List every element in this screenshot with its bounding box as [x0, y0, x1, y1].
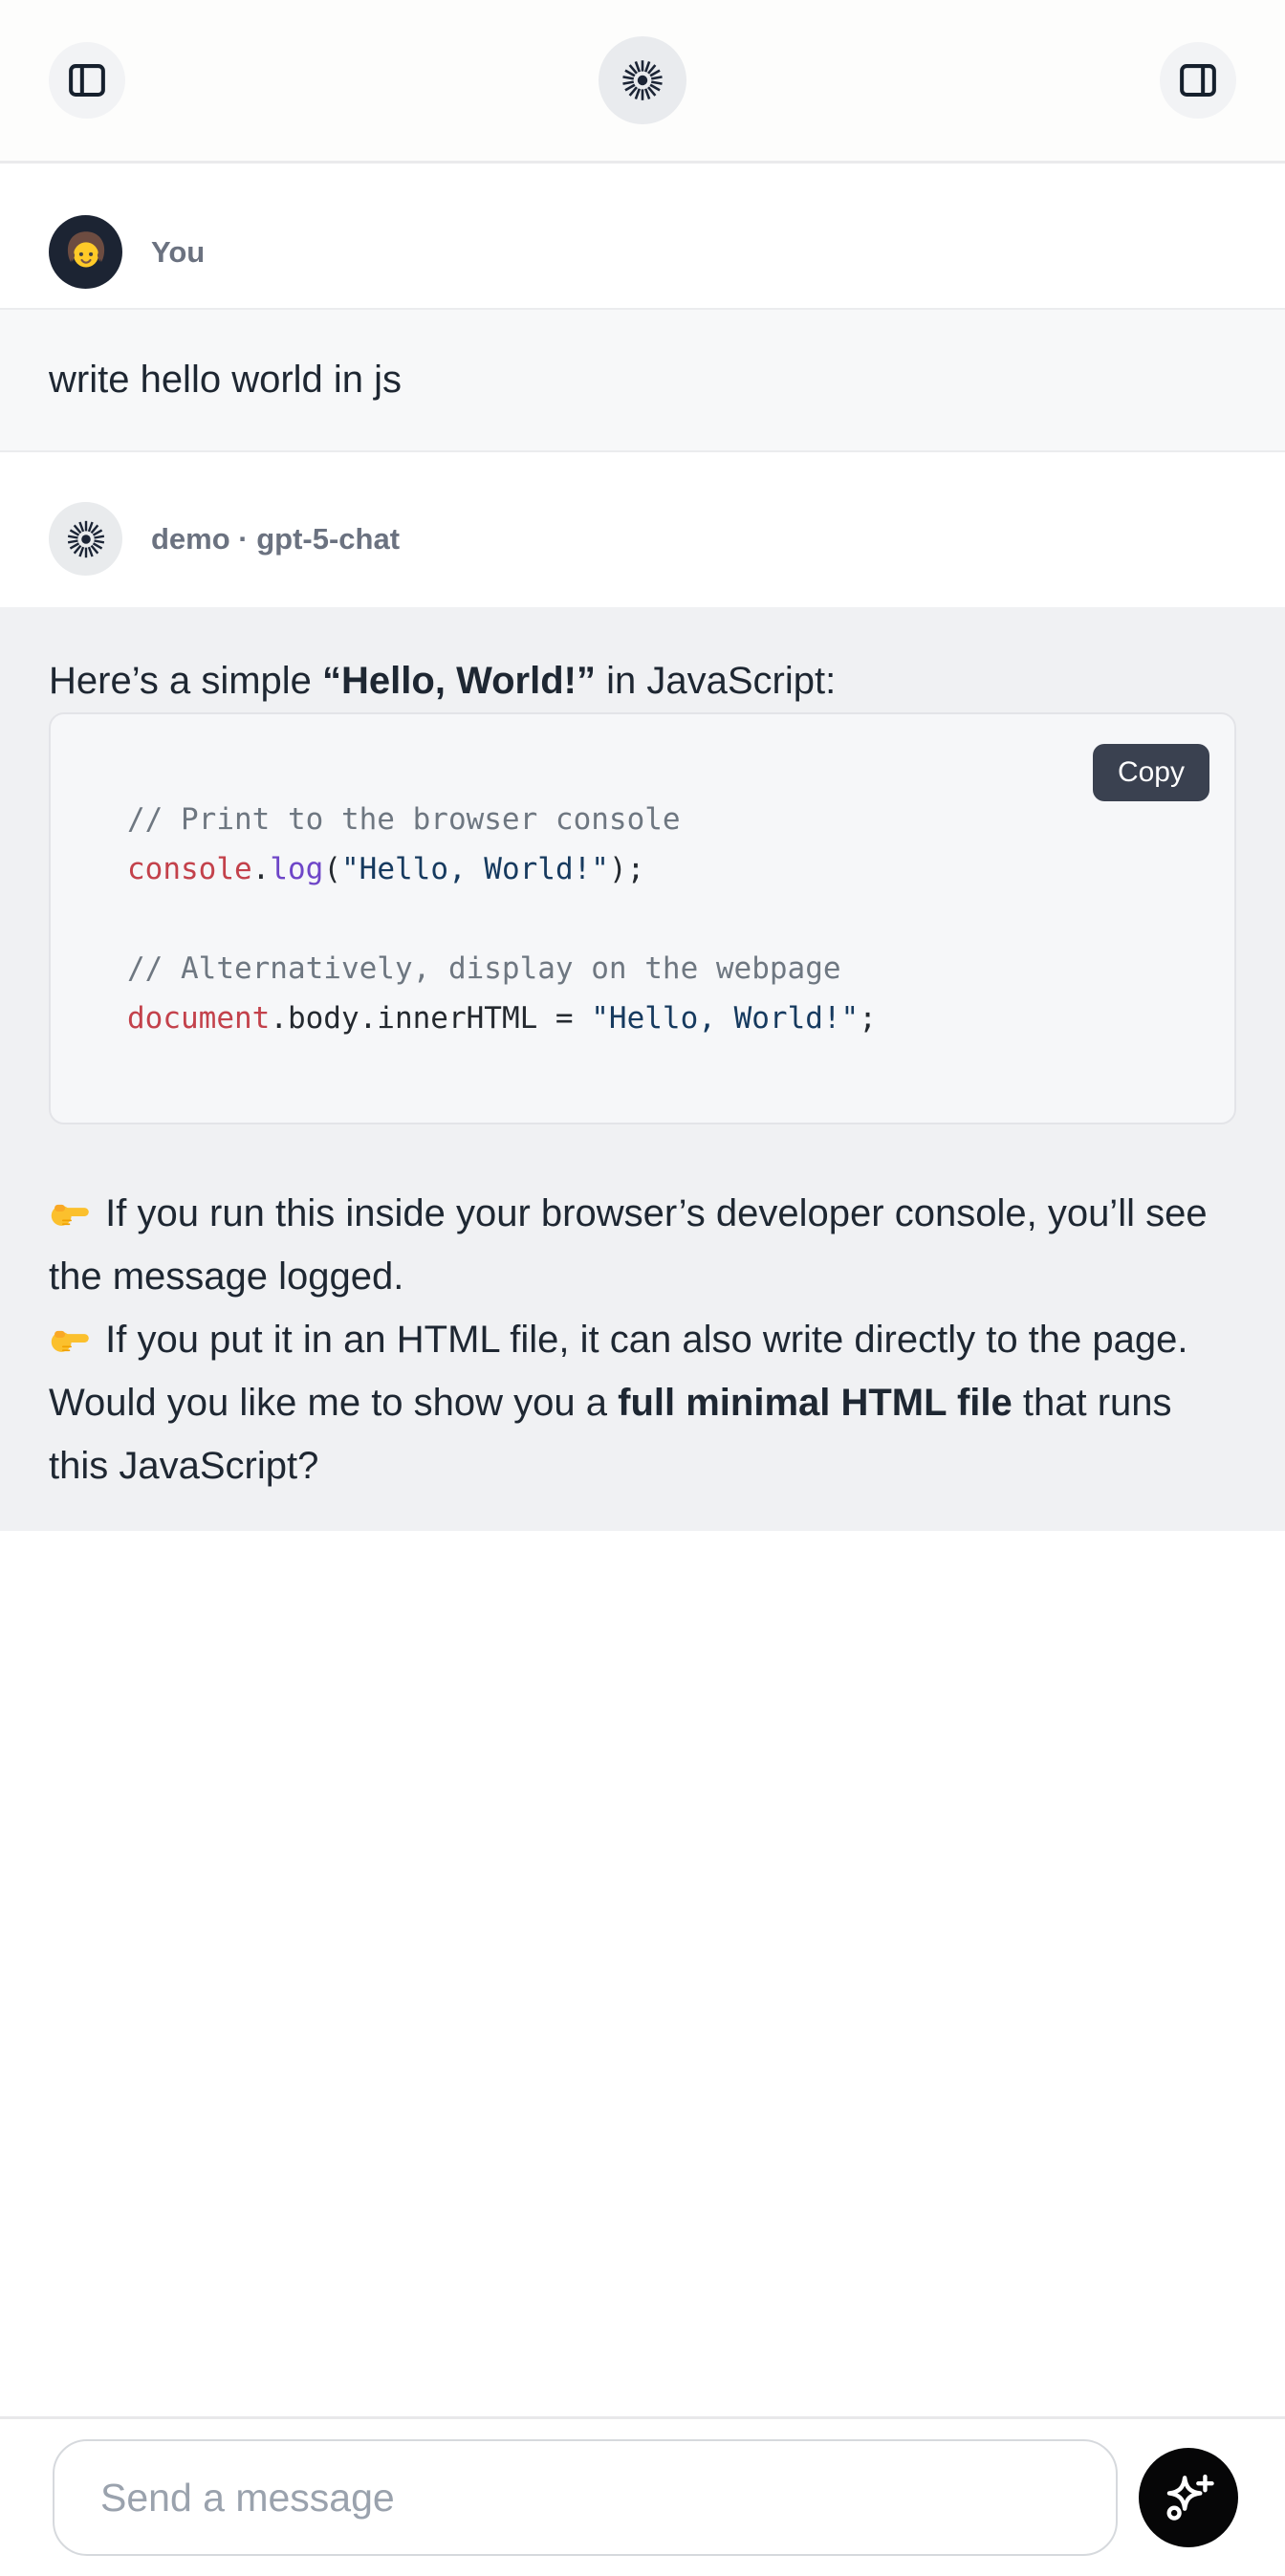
- assistant-paragraph: If you run this inside your browser’s de…: [49, 1182, 1236, 1371]
- top-bar: [0, 0, 1285, 164]
- user-message-header: You: [0, 215, 1285, 289]
- starburst-icon: [619, 56, 666, 104]
- panel-left-icon: [65, 58, 109, 102]
- pointing-right-emoji: [49, 1190, 91, 1233]
- person-emoji: [58, 225, 114, 280]
- code-content: // Print to the browser consoleconsole.l…: [127, 795, 1196, 1043]
- code-block: Copy // Print to the browser consolecons…: [49, 712, 1236, 1124]
- pointing-right-emoji: [49, 1317, 91, 1359]
- assistant-message-body: Here’s a simple “Hello, World!” in JavaS…: [0, 607, 1285, 1531]
- message-input[interactable]: [53, 2439, 1118, 2556]
- assistant-paragraph: Would you like me to show you a full min…: [49, 1371, 1236, 1497]
- user-message-text: write hello world in js: [0, 308, 1285, 452]
- assistant-message-header: demo · gpt-5-chat: [0, 502, 1285, 576]
- panel-right-icon: [1176, 58, 1220, 102]
- right-panel-toggle-button[interactable]: [1160, 42, 1236, 119]
- user-sender-label: You: [151, 235, 205, 270]
- chat-app: You write hello world in js demo · gpt-5…: [0, 0, 1285, 2576]
- sidebar-toggle-button[interactable]: [49, 42, 125, 119]
- user-avatar: [49, 215, 122, 289]
- copy-button[interactable]: Copy: [1093, 744, 1209, 801]
- send-button[interactable]: [1139, 2448, 1238, 2547]
- assistant-sender-label: demo · gpt-5-chat: [151, 522, 400, 557]
- sparkle-icon: [1159, 2468, 1218, 2527]
- composer: [0, 2416, 1285, 2576]
- app-logo-button[interactable]: [599, 36, 686, 124]
- starburst-icon: [64, 517, 108, 561]
- chat-thread: You write hello world in js demo · gpt-5…: [0, 164, 1285, 2416]
- assistant-intro-paragraph: Here’s a simple “Hello, World!” in JavaS…: [49, 649, 1236, 712]
- assistant-avatar: [49, 502, 122, 576]
